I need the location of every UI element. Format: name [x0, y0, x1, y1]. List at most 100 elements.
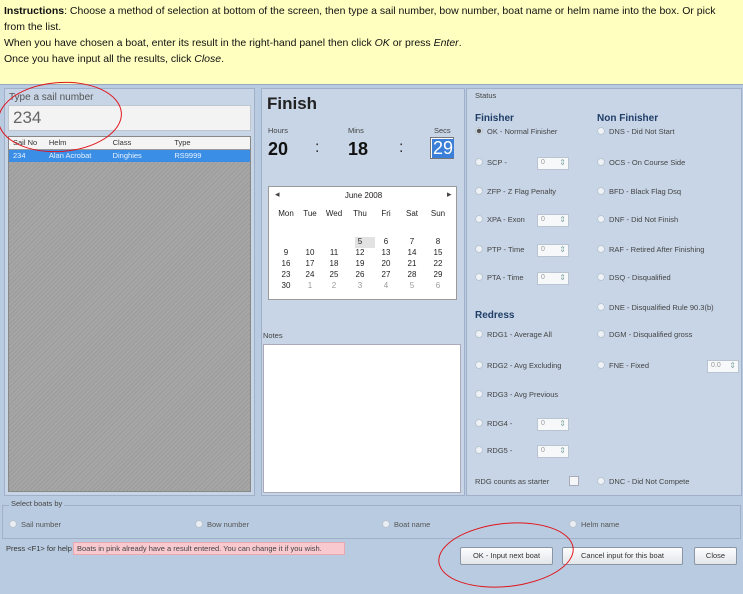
calendar-day[interactable]: 14: [399, 248, 425, 257]
radio-icon: [195, 520, 203, 528]
radio-bfd[interactable]: BFD - Black Flag Dsq: [597, 187, 681, 196]
calendar-day[interactable]: 5: [347, 237, 373, 246]
radio-rdg5[interactable]: RDG5 -: [475, 446, 512, 455]
calendar-weekday: Wed: [325, 209, 343, 218]
hours-input[interactable]: 20: [268, 139, 288, 160]
calendar-day[interactable]: 10: [297, 248, 323, 257]
calendar-day[interactable]: 4: [373, 281, 399, 290]
calendar-day[interactable]: 1: [297, 281, 323, 290]
radio-xpa[interactable]: XPA - Exon: [475, 215, 525, 224]
radio-dne[interactable]: DNE - Disqualified Rule 90.3(b): [597, 303, 714, 312]
calendar-day[interactable]: 30: [273, 281, 299, 290]
select-bow-number-radio[interactable]: Bow number: [195, 520, 249, 529]
secs-input[interactable]: 29: [432, 139, 455, 158]
calendar-day[interactable]: 24: [297, 270, 323, 279]
calendar-day[interactable]: 16: [273, 259, 299, 268]
calendar-day[interactable]: 22: [425, 259, 451, 268]
time-separator: :: [399, 139, 404, 156]
radio-icon: [475, 419, 483, 427]
radio-scp[interactable]: SCP -: [475, 158, 507, 167]
select-boats-label: Select boats by: [9, 499, 65, 508]
calendar-day[interactable]: 27: [373, 270, 399, 279]
instructions-text-2a: When you have chosen a boat, enter its r…: [4, 37, 375, 49]
radio-icon: [597, 303, 605, 311]
calendar-day[interactable]: 2: [321, 281, 347, 290]
radio-rdg3[interactable]: RDG3 - Avg Previous: [475, 390, 558, 399]
instructions-line1: Instructions: Choose a method of selecti…: [4, 3, 739, 35]
calendar-day[interactable]: 19: [347, 259, 373, 268]
grid-header-class[interactable]: Class: [109, 137, 171, 149]
calendar-day[interactable]: 15: [425, 248, 451, 257]
radio-dns[interactable]: DNS - Did Not Start: [597, 127, 674, 136]
calendar-day[interactable]: 21: [399, 259, 425, 268]
grid-header-type[interactable]: Type: [170, 137, 250, 149]
notes-field[interactable]: [263, 344, 461, 493]
calendar-day[interactable]: 3: [347, 281, 373, 290]
calendar-day[interactable]: 11: [321, 248, 347, 257]
calendar-day[interactable]: 12: [347, 248, 373, 257]
radio-icon: [475, 245, 483, 253]
calendar-day[interactable]: 7: [399, 237, 425, 246]
calendar-day[interactable]: 13: [373, 248, 399, 257]
radio-raf[interactable]: RAF - Retired After Finishing: [597, 245, 704, 254]
date-calendar[interactable]: ◂ June 2008 ▸ Mon Tue Wed Thu Fri Sat Sun 5 6 7 8 9…: [268, 186, 457, 300]
instructions-close-word: Close: [194, 53, 222, 65]
calendar-day[interactable]: 18: [321, 259, 347, 268]
ptp-spinner[interactable]: 0: [537, 244, 569, 257]
xpa-spinner[interactable]: 0: [537, 214, 569, 227]
mins-label: Mins: [348, 126, 364, 135]
instructions-text-3b: .: [221, 53, 225, 65]
scp-spinner[interactable]: 0: [537, 157, 569, 170]
rdg4-spinner[interactable]: 0: [537, 418, 569, 431]
radio-dgm[interactable]: DGM - Disqualified gross: [597, 330, 692, 339]
radio-pta[interactable]: PTA - Time: [475, 273, 524, 282]
select-boat-name-radio[interactable]: Boat name: [382, 520, 430, 529]
finish-title: Finish: [267, 94, 318, 113]
calendar-next-icon[interactable]: ▸: [447, 189, 452, 200]
instructions-line3: Once you have input all the results, cli…: [4, 51, 739, 67]
radio-fne[interactable]: FNE - Fixed: [597, 361, 649, 370]
select-helm-name-radio[interactable]: Helm name: [569, 520, 619, 529]
radio-dsq[interactable]: DSQ - Disqualified: [597, 273, 671, 282]
select-boats-group: [2, 505, 741, 539]
calendar-day[interactable]: 9: [273, 248, 299, 257]
instructions-ok-word: OK: [374, 37, 390, 49]
rdg5-spinner[interactable]: 0: [537, 445, 569, 458]
calendar-day[interactable]: 6: [425, 281, 451, 290]
radio-zfp[interactable]: ZFP - Z Flag Penalty: [475, 187, 556, 196]
calendar-day[interactable]: 25: [321, 270, 347, 279]
radio-ok[interactable]: OK - Normal Finisher: [475, 127, 557, 136]
radio-rdg2[interactable]: RDG2 - Avg Excluding: [475, 361, 561, 370]
close-button[interactable]: Close: [694, 547, 737, 565]
radio-label: DSQ - Disqualified: [609, 273, 671, 282]
calendar-day[interactable]: 6: [373, 237, 399, 246]
radio-label: OK - Normal Finisher: [487, 127, 558, 136]
radio-ptp[interactable]: PTP - Time: [475, 245, 524, 254]
pta-spinner[interactable]: 0: [537, 272, 569, 285]
finisher-heading: Finisher: [475, 113, 514, 124]
radio-rdg4[interactable]: RDG4 -: [475, 419, 512, 428]
radio-label: DNS - Did Not Start: [609, 127, 675, 136]
radio-dnf[interactable]: DNF - Did Not Finish: [597, 215, 678, 224]
calendar-day[interactable]: 28: [399, 270, 425, 279]
boat-list-grid[interactable]: Sail No Helm Class Type 234 Alan Acrobat…: [8, 136, 251, 492]
select-sail-number-radio[interactable]: Sail number: [9, 520, 61, 529]
calendar-day[interactable]: 26: [347, 270, 373, 279]
calendar-day[interactable]: 8: [425, 237, 451, 246]
fne-spinner[interactable]: 0.0: [707, 360, 739, 373]
radio-rdg1[interactable]: RDG1 - Average All: [475, 330, 552, 339]
calendar-month: June 2008: [344, 191, 383, 200]
radio-ocs[interactable]: OCS - On Course Side: [597, 158, 685, 167]
calendar-day[interactable]: 29: [425, 270, 451, 279]
rdg-counts-checkbox[interactable]: [569, 476, 579, 486]
radio-icon: [475, 330, 483, 338]
calendar-day[interactable]: 5: [399, 281, 425, 290]
cancel-input-button[interactable]: Cancel input for this boat: [562, 547, 683, 565]
calendar-day[interactable]: 20: [373, 259, 399, 268]
radio-dnc[interactable]: DNC - Did Not Compete: [597, 477, 689, 486]
calendar-day[interactable]: 23: [273, 270, 299, 279]
calendar-day[interactable]: 17: [297, 259, 323, 268]
radio-icon: [9, 520, 17, 528]
cell-type: RS9999: [174, 151, 202, 160]
mins-input[interactable]: 18: [348, 139, 368, 160]
